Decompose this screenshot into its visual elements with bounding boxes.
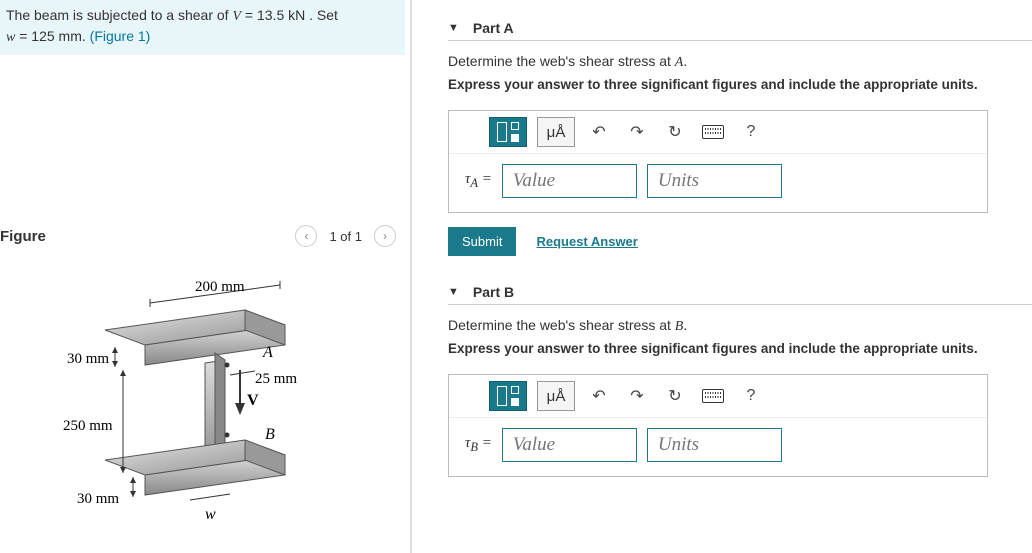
part-a-instruction: Express your answer to three significant… — [448, 77, 1032, 92]
part-b-section: ▼ Part B Determine the web's shear stres… — [448, 284, 1032, 477]
part-a-header[interactable]: ▼ Part A — [448, 20, 1032, 41]
problem-statement: The beam is subjected to a shear of V = … — [0, 0, 405, 55]
units-button[interactable]: μÅ — [537, 381, 575, 411]
units-button[interactable]: μÅ — [537, 117, 575, 147]
V-unit: kN — [288, 7, 305, 23]
dim-30t: 30 mm — [67, 351, 109, 367]
part-b-toolbar: μÅ ↶ ↷ ↻ ? — [449, 375, 987, 418]
redo-icon[interactable]: ↷ — [623, 383, 651, 409]
dim-25: 25 mm — [255, 371, 297, 387]
part-a-request-answer-link[interactable]: Request Answer — [536, 234, 637, 249]
part-b-value-input[interactable] — [502, 428, 637, 462]
dim-200: 200 mm — [195, 279, 245, 295]
pager-prev-button[interactable]: ‹ — [295, 225, 317, 247]
dim-30b: 30 mm — [77, 491, 119, 507]
label-B: B — [265, 426, 275, 443]
part-b-instruction: Express your answer to three significant… — [448, 341, 1032, 356]
label-V: V — [247, 392, 259, 409]
part-a-section: ▼ Part A Determine the web's shear stres… — [448, 20, 1032, 256]
undo-icon[interactable]: ↶ — [585, 119, 613, 145]
keyboard-icon[interactable] — [699, 119, 727, 145]
w-unit: mm — [59, 28, 82, 44]
var-V: V — [232, 9, 241, 24]
V-eq: = 13.5 — [241, 7, 288, 23]
w-eq: = 125 — [15, 28, 58, 44]
problem-text: The beam is subjected to a shear of — [6, 7, 232, 23]
part-a-submit-button[interactable]: Submit — [448, 227, 516, 256]
beam-diagram: 200 mm 30 mm 250 mm 30 mm 25 mm A B V w — [55, 275, 355, 535]
keyboard-icon[interactable] — [699, 383, 727, 409]
figure-pager: ‹ 1 of 1 › — [295, 225, 396, 247]
pager-text: 1 of 1 — [329, 229, 362, 244]
reset-icon[interactable]: ↻ — [661, 119, 689, 145]
part-b-units-input[interactable] — [647, 428, 782, 462]
dim-250: 250 mm — [63, 418, 113, 434]
right-panel: ▼ Part A Determine the web's shear stres… — [412, 0, 1032, 553]
label-A: A — [262, 344, 273, 361]
figure-link[interactable]: (Figure 1) — [90, 28, 151, 44]
part-a-value-input[interactable] — [502, 164, 637, 198]
part-a-toolbar: μÅ ↶ ↷ ↻ ? — [449, 111, 987, 154]
problem-text2: . Set — [305, 7, 338, 23]
part-b-var: τB = — [465, 435, 492, 455]
part-a-answer-box: μÅ ↶ ↷ ↻ ? τA = — [448, 110, 988, 213]
redo-icon[interactable]: ↷ — [623, 119, 651, 145]
caret-down-icon: ▼ — [448, 22, 459, 34]
figure-section: Figure ‹ 1 of 1 › — [0, 225, 410, 535]
var-w: w — [6, 30, 15, 45]
template-button[interactable] — [489, 381, 527, 411]
part-b-title: Part B — [473, 284, 514, 300]
help-button[interactable]: ? — [737, 119, 765, 145]
part-b-header[interactable]: ▼ Part B — [448, 284, 1032, 305]
part-a-title: Part A — [473, 20, 514, 36]
left-panel: The beam is subjected to a shear of V = … — [0, 0, 410, 553]
problem-text3: . — [82, 28, 90, 44]
part-a-units-input[interactable] — [647, 164, 782, 198]
undo-icon[interactable]: ↶ — [585, 383, 613, 409]
part-a-question: Determine the web's shear stress at A. — [448, 53, 1032, 71]
reset-icon[interactable]: ↻ — [661, 383, 689, 409]
template-button[interactable] — [489, 117, 527, 147]
label-w: w — [205, 506, 216, 523]
part-b-answer-box: μÅ ↶ ↷ ↻ ? τB = — [448, 374, 988, 477]
pager-next-button[interactable]: › — [374, 225, 396, 247]
part-a-var: τA = — [465, 171, 492, 191]
part-b-question: Determine the web's shear stress at B. — [448, 317, 1032, 335]
caret-down-icon: ▼ — [448, 286, 459, 298]
help-button[interactable]: ? — [737, 383, 765, 409]
figure-title: Figure — [0, 228, 46, 245]
